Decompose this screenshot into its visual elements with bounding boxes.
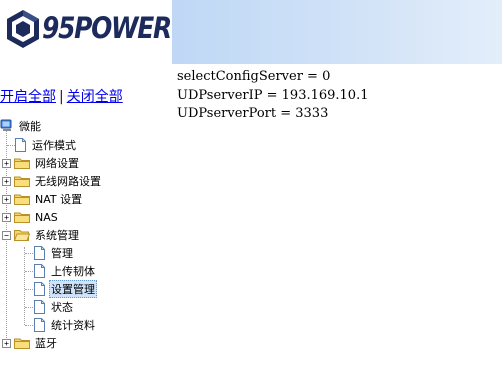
- expand-toggle[interactable]: +: [2, 159, 11, 168]
- collapse-toggle[interactable]: −: [2, 231, 11, 240]
- expand-all-link[interactable]: 开启全部: [0, 89, 56, 105]
- brand-logo-text: 95POWER: [42, 11, 172, 45]
- page-icon: [34, 282, 45, 296]
- tree-item-network-settings[interactable]: 网络设置: [14, 154, 81, 172]
- config-line-udp-ip: UDPserverIP = 193.169.10.1: [177, 87, 369, 103]
- tree-item-label: NAT 设置: [35, 193, 83, 206]
- config-line-udp-port: UDPserverPort = 3333: [177, 106, 329, 121]
- tree-connector: [25, 325, 33, 326]
- tree-item-nat-settings[interactable]: NAT 设置: [14, 190, 84, 208]
- collapse-all-link[interactable]: 关闭全部: [67, 89, 123, 105]
- open-folder-icon: [14, 230, 30, 241]
- tree-connector: [25, 271, 33, 272]
- page-icon: [34, 300, 45, 314]
- tree-item-label: 蓝牙: [35, 337, 57, 350]
- tree-branch-line: [24, 247, 25, 325]
- tree-root-label: 微能: [19, 120, 41, 133]
- tree-item-label: NAS: [35, 210, 58, 224]
- tree-connector: [25, 307, 33, 308]
- tree-item-status[interactable]: 状态: [34, 298, 75, 316]
- tree-item-operation-mode[interactable]: 运作模式: [15, 136, 78, 154]
- tree-item-label: 设置管理: [49, 280, 97, 298]
- tree-item-system-management[interactable]: 系统管理: [14, 226, 81, 244]
- page-icon: [34, 246, 45, 260]
- folder-icon: [14, 194, 30, 205]
- page-icon: [34, 318, 45, 332]
- folder-icon: [14, 338, 30, 349]
- brand-mark-icon: [7, 10, 39, 48]
- link-separator: |: [59, 89, 64, 105]
- tree-item-management[interactable]: 管理: [34, 244, 75, 262]
- tree-item-settings-management[interactable]: 设置管理: [34, 280, 97, 298]
- tree-item-nas[interactable]: NAS: [14, 208, 60, 226]
- tree-root[interactable]: 微能: [0, 117, 43, 135]
- navigation-tree: 微能 运作模式 + 网络设置 + 无线网路设置 + NAT 设置 + NAS −…: [0, 117, 172, 373]
- tree-item-firmware-upload[interactable]: 上传韧体: [34, 262, 97, 280]
- tree-controls: 开启全部 | 关闭全部: [0, 86, 123, 106]
- tree-connector: [7, 145, 15, 146]
- brand-logo: 95POWER: [0, 0, 172, 62]
- page-icon: [34, 264, 45, 278]
- tree-item-label: 统计资料: [51, 319, 95, 332]
- config-output: selectConfigServer = 0 UDPserverIP = 193…: [177, 68, 368, 124]
- tree-item-label: 运作模式: [32, 139, 76, 152]
- header-banner: [172, 0, 502, 64]
- page-icon: [15, 138, 26, 152]
- tree-item-label: 上传韧体: [51, 265, 95, 278]
- tree-connector: [25, 289, 33, 290]
- expand-toggle[interactable]: +: [2, 195, 11, 204]
- computer-icon: [0, 119, 12, 131]
- tree-item-label: 网络设置: [35, 157, 79, 170]
- tree-item-label: 系统管理: [35, 229, 79, 242]
- tree-item-statistics[interactable]: 统计资料: [34, 316, 97, 334]
- tree-connector: [25, 253, 33, 254]
- folder-icon: [14, 176, 30, 187]
- expand-toggle[interactable]: +: [2, 177, 11, 186]
- expand-toggle[interactable]: +: [2, 339, 11, 348]
- folder-icon: [14, 212, 30, 223]
- tree-item-wireless-settings[interactable]: 无线网路设置: [14, 172, 103, 190]
- tree-item-bluetooth[interactable]: 蓝牙: [14, 334, 59, 352]
- config-line-select-server: selectConfigServer = 0: [177, 69, 331, 84]
- tree-item-label: 状态: [51, 301, 73, 314]
- expand-toggle[interactable]: +: [2, 213, 11, 222]
- tree-item-label: 管理: [51, 247, 73, 260]
- folder-icon: [14, 158, 30, 169]
- tree-item-label: 无线网路设置: [35, 175, 101, 188]
